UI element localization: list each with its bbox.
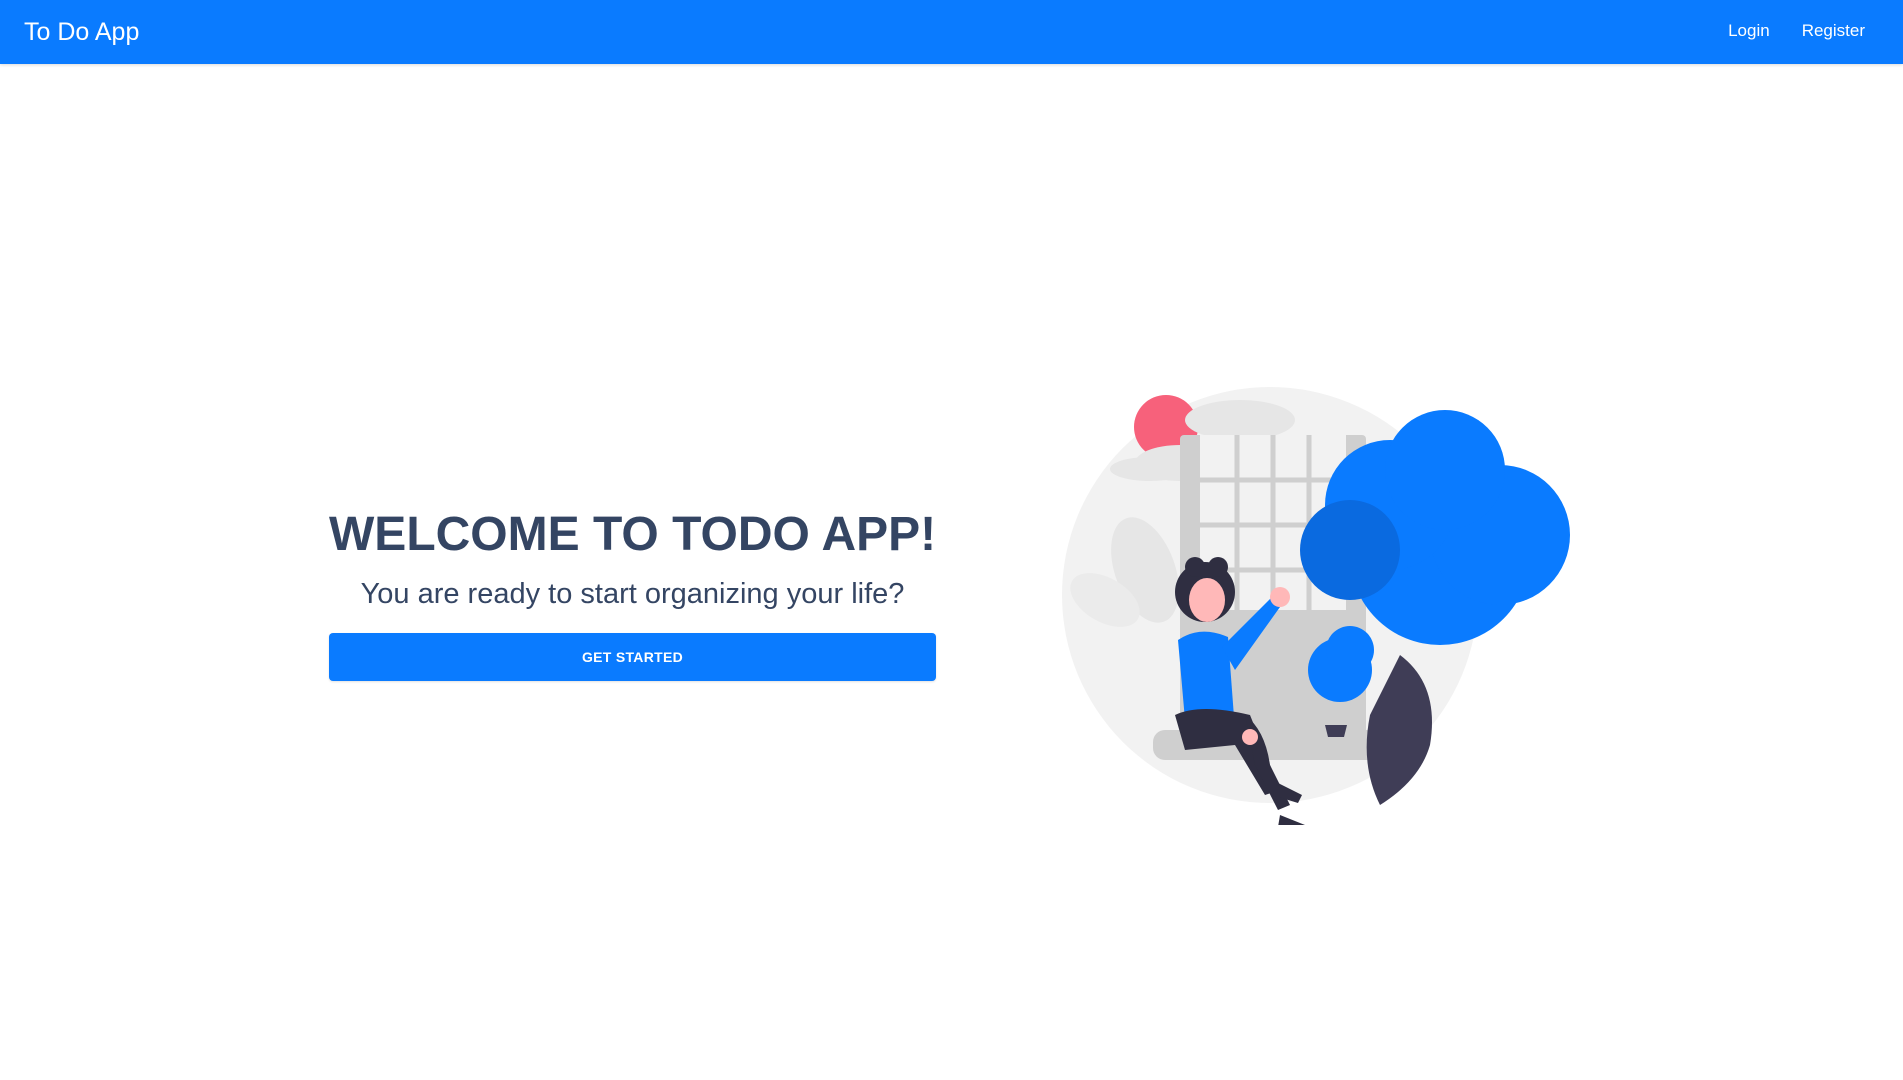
login-link[interactable]: Login	[1728, 20, 1770, 42]
get-started-button[interactable]: GET STARTED	[329, 633, 936, 681]
hero-subtitle: You are ready to start organizing your l…	[360, 578, 905, 610]
hero-title: WELCOME TO TODO APP!	[329, 508, 937, 561]
woman-window-tree-icon	[1062, 387, 1570, 831]
hero-section: WELCOME TO TODO APP! You are ready to st…	[329, 505, 936, 681]
nav-links: Login Register	[1728, 20, 1865, 42]
hero-illustration	[1050, 385, 1590, 831]
brand-link[interactable]: To Do App	[24, 17, 139, 47]
register-link[interactable]: Register	[1802, 20, 1865, 42]
top-navbar: To Do App Login Register	[0, 0, 1903, 64]
